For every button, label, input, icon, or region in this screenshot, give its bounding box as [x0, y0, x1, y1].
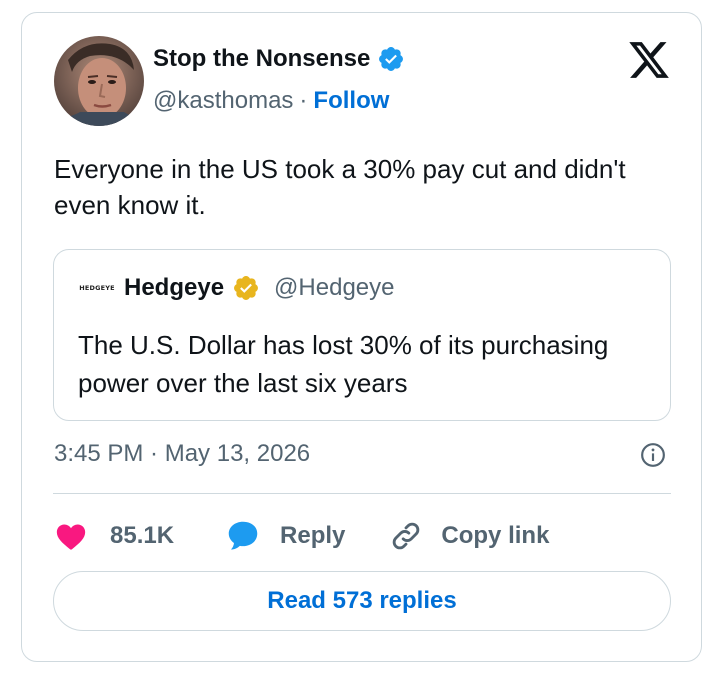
heart-icon	[56, 524, 86, 550]
divider	[53, 493, 671, 494]
author-name-row: Stop the Nonsense	[153, 45, 405, 73]
tweet-text: Everyone in the US took a 30% pay cut an…	[54, 154, 626, 220]
reply-label: Reply	[280, 522, 346, 549]
separator-dot: ·	[299, 87, 308, 114]
author-handle-row: @kasthomas · Follow	[153, 87, 389, 115]
follow-button[interactable]: Follow	[313, 87, 389, 115]
like-button[interactable]: 85.1K	[54, 519, 174, 553]
quoted-tweet[interactable]: HEDGEYE Hedgeye @Hedgeye The U.S. Dollar…	[53, 249, 671, 421]
quoted-author-handle: @Hedgeye	[274, 274, 395, 301]
x-logo-icon[interactable]	[627, 38, 671, 82]
link-icon	[393, 522, 420, 550]
quoted-avatar-text: HEDGEYE	[79, 284, 115, 292]
quoted-tweet-header: HEDGEYE Hedgeye @Hedgeye	[78, 274, 394, 302]
tweet-card: Stop the Nonsense @kasthomas · Follow Ev…	[21, 12, 702, 662]
author-handle[interactable]: @kasthomas	[153, 87, 293, 115]
copy-link-button[interactable]: Copy link	[389, 519, 549, 553]
reply-button[interactable]: Reply	[224, 517, 345, 555]
copy-link-label: Copy link	[441, 522, 550, 549]
verified-gold-badge-icon	[234, 276, 259, 300]
author-name[interactable]: Stop the Nonsense	[153, 45, 370, 73]
author-avatar[interactable]	[54, 36, 144, 126]
like-count: 85.1K	[110, 522, 175, 549]
quoted-author-name: Hedgeye	[124, 274, 225, 301]
info-icon[interactable]	[640, 442, 666, 468]
quoted-author-avatar: HEDGEYE	[78, 277, 116, 299]
speech-bubble-icon	[228, 521, 258, 550]
verified-badge-icon	[379, 47, 404, 71]
action-bar: 85.1K Reply Copy link	[54, 516, 549, 556]
quoted-tweet-text: The U.S. Dollar has lost 30% of its purc…	[78, 330, 609, 398]
tweet-timestamp[interactable]: 3:45 PM · May 13, 2026	[54, 440, 310, 468]
read-replies-button[interactable]: Read 573 replies	[53, 571, 671, 631]
